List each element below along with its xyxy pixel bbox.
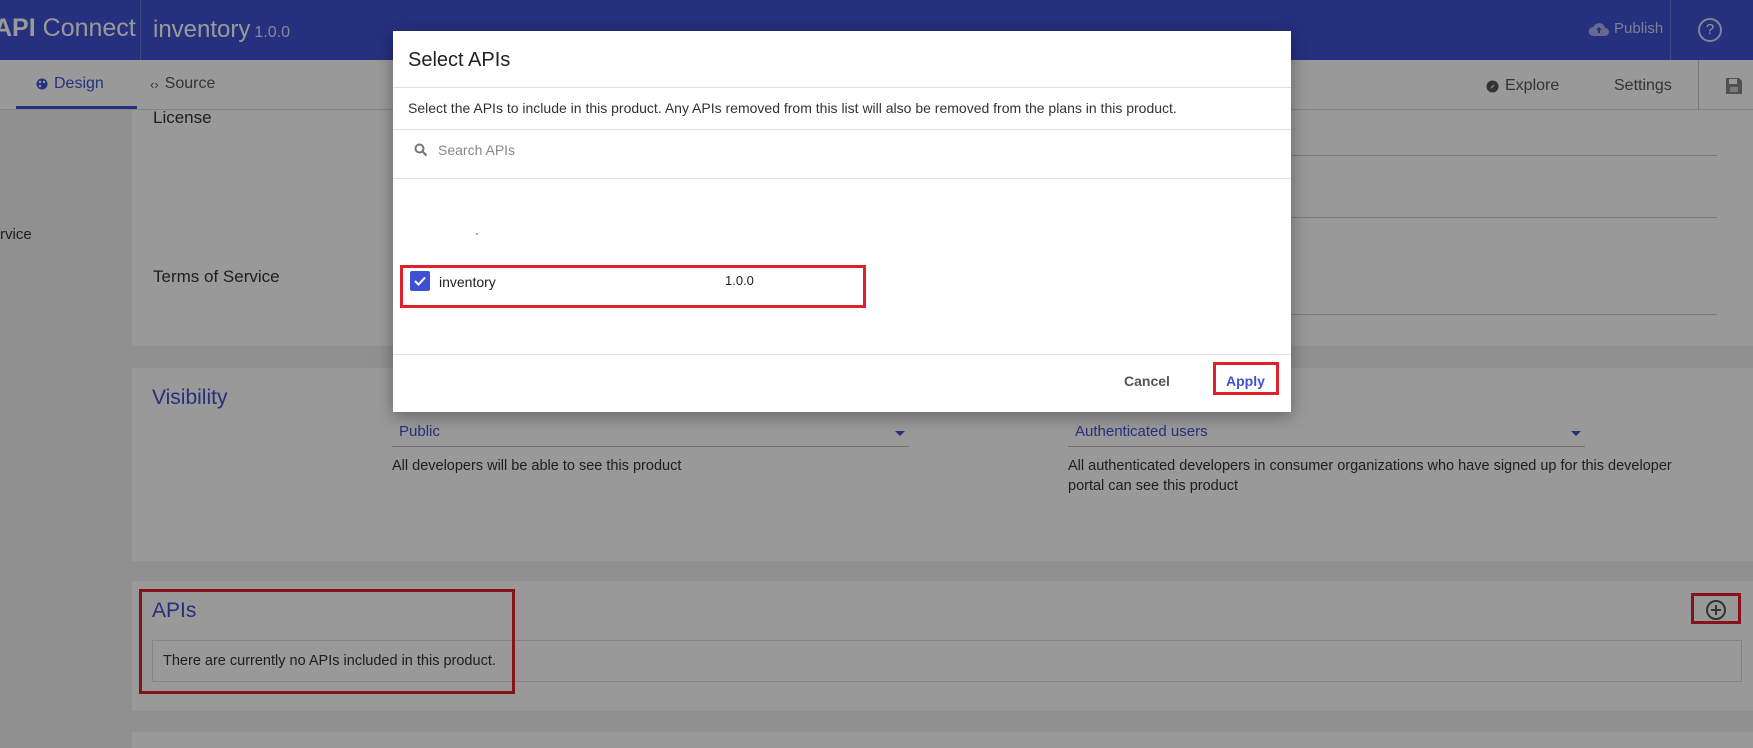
- divider: [393, 178, 1291, 179]
- divider: [393, 354, 1291, 355]
- cancel-button[interactable]: Cancel: [1124, 373, 1170, 389]
- select-apis-dialog: Select APIs Select the APIs to include i…: [393, 31, 1291, 412]
- dialog-description: Select the APIs to include in this produ…: [408, 100, 1177, 116]
- search-apis-input[interactable]: [438, 139, 1038, 161]
- apply-highlight: [1213, 362, 1279, 395]
- search-icon: [414, 143, 428, 157]
- divider: [393, 87, 1291, 88]
- dialog-title: Select APIs: [408, 49, 511, 71]
- divider: [393, 129, 1291, 130]
- api-row-highlight: [400, 265, 866, 308]
- list-marker: [476, 233, 478, 235]
